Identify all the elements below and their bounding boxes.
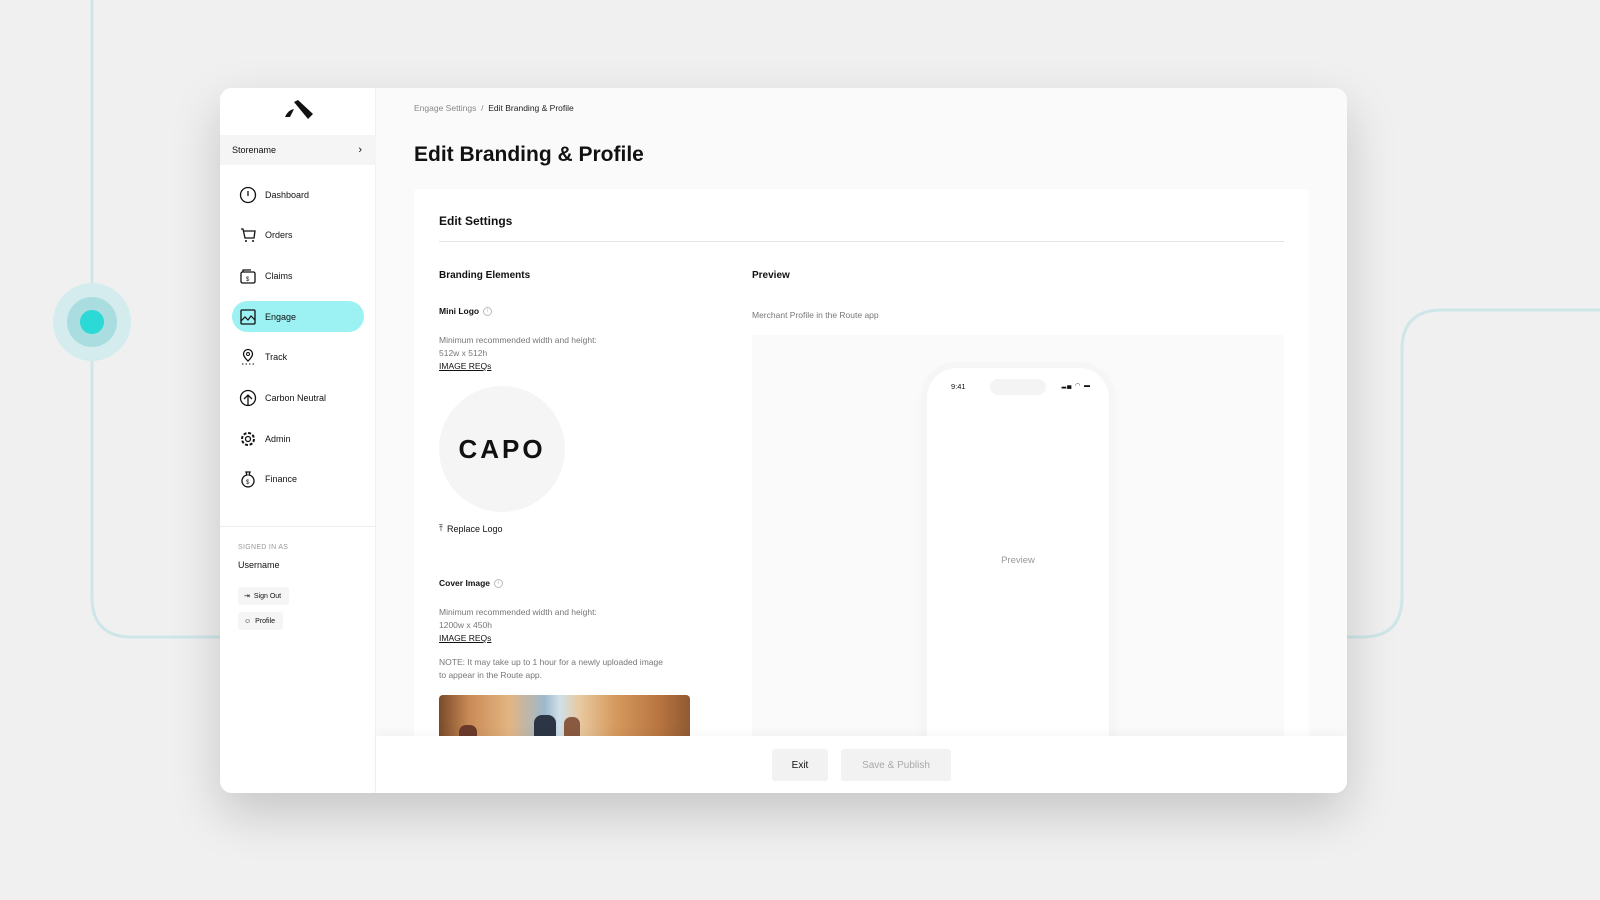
sidebar-item-engage[interactable]: Engage	[232, 301, 364, 333]
sidebar-item-label: Engage	[265, 311, 297, 322]
sidebar-item-orders[interactable]: Orders	[232, 220, 364, 251]
breadcrumb-parent[interactable]: Engage Settings	[414, 103, 476, 113]
sign-out-icon: ⇥	[244, 593, 250, 600]
mini-logo-image: CAPO	[439, 386, 565, 512]
username: Username	[238, 560, 280, 570]
branding-heading: Branding Elements	[439, 270, 531, 281]
signed-in-label: SIGNED IN AS	[238, 544, 289, 551]
sidebar-item-dashboard[interactable]: Dashboard	[232, 179, 364, 210]
cover-image-text: Cover Image	[439, 578, 491, 588]
sidebar-item-label: Carbon Neutral	[265, 392, 327, 403]
cover-requirements: Minimum recommended width and height: 120…	[439, 606, 597, 632]
gear-icon	[241, 431, 255, 446]
cart-icon	[241, 228, 256, 243]
note-line: to appear in the Route app.	[439, 670, 543, 680]
profile-button[interactable]: ☺ Profile	[238, 612, 283, 630]
divider	[220, 526, 376, 527]
preview-placeholder: Preview	[1001, 555, 1035, 566]
preview-area: 9:41 ▂▄ ◠ ▬ Preview	[752, 335, 1284, 768]
info-icon[interactable]: i	[483, 306, 493, 316]
req-text: Minimum recommended width and height:	[439, 335, 597, 345]
sidebar-item-finance[interactable]: $ Finance	[232, 464, 364, 495]
size-text: 1200w x 450h	[439, 620, 492, 630]
cover-image-reqs-link[interactable]: IMAGE REQs	[439, 633, 491, 643]
user-icon: ☺	[244, 617, 252, 625]
money-bag-icon: $	[241, 471, 255, 488]
breadcrumb-current: Edit Branding & Profile	[488, 103, 574, 113]
image-icon	[240, 308, 256, 325]
breadcrumb-separator: /	[481, 103, 484, 113]
exit-button[interactable]: Exit	[772, 749, 828, 781]
sign-out-button[interactable]: ⇥ Sign Out	[238, 587, 290, 605]
footer-bar: Exit Save & Publish	[376, 736, 1347, 793]
phone-mockup: 9:41 ▂▄ ◠ ▬ Preview	[927, 368, 1109, 768]
sidebar-item-carbon-neutral[interactable]: Carbon Neutral	[232, 382, 364, 413]
save-publish-button[interactable]: Save & Publish	[841, 749, 951, 781]
location-pin-icon	[242, 349, 254, 365]
sidebar-item-label: Dashboard	[265, 189, 310, 200]
sign-out-label: Sign Out	[253, 592, 282, 600]
page-title: Edit Branding & Profile	[414, 143, 644, 166]
sidebar-item-admin[interactable]: Admin	[232, 423, 364, 454]
store-name: Storename	[232, 145, 277, 155]
status-icons: ▂▄ ◠ ▬	[1061, 383, 1091, 389]
app-window: Storename › Dashboard Orders $ Claims En…	[220, 88, 1347, 793]
info-icon[interactable]: i	[494, 578, 504, 588]
mini-logo-requirements: Minimum recommended width and height: 512…	[439, 334, 597, 360]
route-logo	[285, 100, 313, 119]
replace-logo-label: Replace Logo	[446, 523, 503, 534]
replace-logo-button[interactable]: ⤒ Replace Logo	[439, 523, 503, 534]
sidebar-item-track[interactable]: Track	[232, 342, 364, 373]
chevron-right-icon: ›	[358, 144, 362, 156]
sidebar-item-label: Track	[265, 352, 288, 363]
sidebar-item-label: Orders	[265, 230, 293, 241]
upload-icon: ⤒	[439, 523, 443, 533]
svg-text:$: $	[246, 277, 250, 283]
cover-image-label: Cover Image i	[439, 578, 504, 588]
settings-panel: Edit Settings Branding Elements Mini Log…	[414, 189, 1309, 768]
pulse-dot	[80, 310, 104, 334]
sidebar-item-label: Finance	[265, 474, 298, 485]
tree-circle-icon	[239, 389, 257, 407]
panel-title: Edit Settings	[439, 214, 513, 228]
sidebar-item-claims[interactable]: $ Claims	[232, 260, 364, 291]
note-line: NOTE: It may take up to 1 hour for a new…	[439, 657, 663, 667]
sidebar-item-label: Claims	[265, 270, 293, 281]
dynamic-island	[990, 379, 1046, 395]
main-content: Engage Settings / Edit Branding & Profil…	[376, 88, 1347, 793]
preview-heading: Preview	[752, 270, 790, 281]
size-text: 512w x 512h	[439, 348, 488, 358]
breadcrumb: Engage Settings / Edit Branding & Profil…	[414, 103, 574, 113]
cover-note: NOTE: It may take up to 1 hour for a new…	[439, 656, 663, 682]
sidebar-item-label: Admin	[265, 433, 291, 444]
gauge-icon	[239, 186, 257, 203]
sidebar: Storename › Dashboard Orders $ Claims En…	[220, 88, 376, 793]
sidebar-nav: Dashboard Orders $ Claims Engage Track C…	[232, 179, 364, 505]
mini-logo-image-reqs-link[interactable]: IMAGE REQs	[439, 361, 491, 371]
divider	[439, 241, 1284, 242]
preview-subtitle: Merchant Profile in the Route app	[752, 310, 879, 320]
phone-time: 9:41	[951, 382, 966, 391]
store-selector[interactable]: Storename ›	[220, 135, 376, 165]
mini-logo-label: Mini Logo i	[439, 306, 493, 316]
svg-text:$: $	[246, 480, 250, 486]
profile-label: Profile	[255, 617, 275, 625]
req-text: Minimum recommended width and height:	[439, 607, 597, 617]
mini-logo-text: Mini Logo	[439, 306, 480, 316]
folder-dollar-icon: $	[240, 269, 256, 284]
